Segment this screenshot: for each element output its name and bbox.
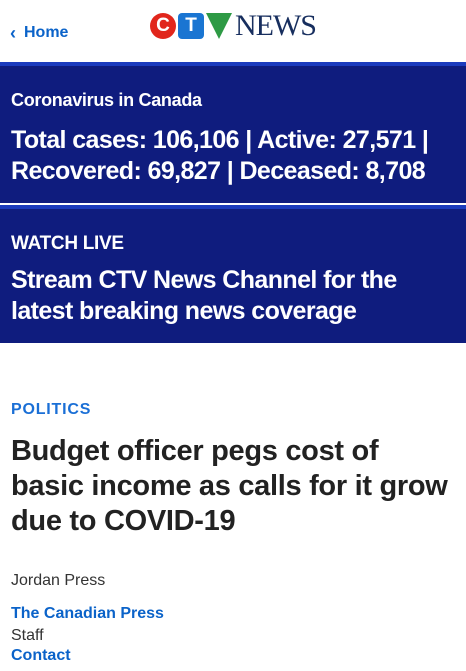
ctv-news-logo[interactable]: C T NEWS xyxy=(150,9,317,42)
watch-live-headline: Stream CTV News Channel for the latest b… xyxy=(11,266,397,325)
top-bar: ‹ Home C T NEWS xyxy=(0,0,466,62)
contact-link[interactable]: Contact xyxy=(11,647,71,665)
chevron-left-icon: ‹ xyxy=(10,23,16,43)
watch-live-banner[interactable]: WATCH LIVE Stream CTV News Channel for t… xyxy=(0,205,466,343)
banner-kicker: Coronavirus in Canada xyxy=(11,90,202,110)
logo-news-text: NEWS xyxy=(235,9,317,42)
coronavirus-banner[interactable]: Coronavirus in Canada Total cases: 106,1… xyxy=(0,62,466,203)
author-name: Jordan Press xyxy=(11,572,106,589)
logo-letter-t: T xyxy=(178,13,204,39)
staff-label: Staff xyxy=(11,627,44,644)
home-back-link[interactable]: ‹ Home xyxy=(10,24,68,42)
logo-letter-c: C xyxy=(150,13,176,39)
article-title: Budget officer pegs cost of basic income… xyxy=(11,435,448,537)
section-label[interactable]: POLITICS xyxy=(11,401,91,419)
home-label: Home xyxy=(24,24,69,41)
watch-live-label: WATCH LIVE xyxy=(11,233,124,254)
case-stats: Total cases: 106,106 | Active: 27,571 | … xyxy=(11,126,429,185)
logo-letter-v xyxy=(206,13,232,39)
publisher-link[interactable]: The Canadian Press xyxy=(11,605,164,623)
